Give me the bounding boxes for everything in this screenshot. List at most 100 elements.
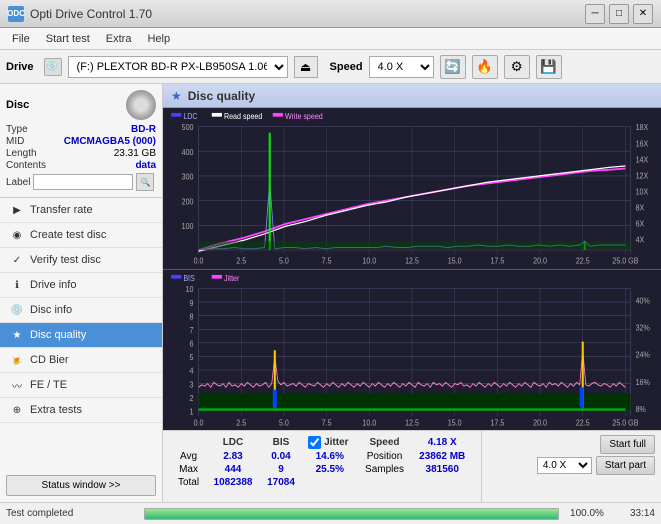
avg-bis: 0.04	[260, 450, 302, 463]
speed-stat-value: 4.18 X	[428, 437, 457, 448]
status-window-button[interactable]: Status window >>	[6, 475, 156, 496]
sidebar-item-fe-te[interactable]: 〰 FE / TE	[0, 373, 162, 398]
start-part-button[interactable]: Start part	[596, 456, 655, 475]
svg-text:7.5: 7.5	[322, 417, 332, 427]
chart2-svg: BIS Jitter	[163, 270, 661, 431]
settings-button[interactable]: ⚙	[504, 55, 530, 79]
sidebar-item-extra-tests[interactable]: ⊕ Extra tests	[0, 398, 162, 423]
svg-text:2: 2	[190, 393, 194, 403]
sidebar-item-disc-quality[interactable]: ★ Disc quality	[0, 323, 162, 348]
sidebar-item-verify-test-disc[interactable]: ✓ Verify test disc	[0, 248, 162, 273]
sidebar-item-disc-info[interactable]: 💿 Disc info	[0, 298, 162, 323]
disc-type-label: Type	[6, 124, 28, 135]
main-layout: Disc Type BD-R MID CMCMAGBA5 (000) Lengt…	[0, 84, 661, 502]
panel-title: Disc quality	[188, 89, 255, 103]
sidebar-item-create-test-disc[interactable]: ◉ Create test disc	[0, 223, 162, 248]
svg-text:10.0: 10.0	[362, 256, 376, 266]
status-text: Test completed	[6, 508, 136, 519]
sidebar-item-cd-bier-label: CD Bier	[30, 354, 69, 366]
stats-col-speed-value: 4.18 X	[411, 435, 473, 450]
menu-extra[interactable]: Extra	[98, 31, 140, 47]
progress-bar-fill	[145, 509, 558, 519]
charts-area: LDC Read speed Write speed	[163, 108, 661, 430]
status-bar: Test completed 100.0% 33:14	[0, 502, 661, 524]
sidebar-item-cd-bier[interactable]: 🍺 CD Bier	[0, 348, 162, 373]
disc-label-input[interactable]	[33, 174, 133, 190]
svg-text:12.5: 12.5	[405, 256, 419, 266]
sidebar-item-transfer-rate[interactable]: ▶ Transfer rate	[0, 198, 162, 223]
stats-table-area: LDC BIS Jitter Speed	[163, 431, 481, 502]
svg-text:12X: 12X	[636, 171, 649, 181]
disc-contents-label: Contents	[6, 160, 46, 171]
samples-label: Samples	[358, 463, 412, 476]
disc-graphic	[126, 90, 156, 120]
menu-file[interactable]: File	[4, 31, 38, 47]
speed-combo-select[interactable]: 4.0 X	[537, 457, 592, 474]
sidebar-item-drive-info[interactable]: ℹ Drive info	[0, 273, 162, 298]
stats-bar: LDC BIS Jitter Speed	[163, 430, 661, 502]
disc-contents-row: Contents data	[6, 160, 156, 171]
sidebar-item-create-test-disc-label: Create test disc	[30, 229, 106, 241]
sidebar-item-extra-tests-label: Extra tests	[30, 404, 82, 416]
disc-label-button[interactable]: 🔍	[136, 173, 154, 191]
svg-text:18X: 18X	[636, 123, 649, 133]
svg-text:400: 400	[182, 147, 194, 157]
speed-select[interactable]: 4.0 X	[369, 56, 434, 78]
drive-select[interactable]: (F:) PLEXTOR BD-R PX-LB950SA 1.06	[68, 56, 288, 78]
nav-items: ▶ Transfer rate ◉ Create test disc ✓ Ver…	[0, 198, 162, 469]
title-bar-left: ODC Opti Drive Control 1.70	[8, 6, 152, 22]
maximize-button[interactable]: □	[609, 4, 629, 24]
minimize-button[interactable]: ─	[585, 4, 605, 24]
svg-text:3: 3	[190, 379, 194, 389]
app-icon: ODC	[8, 6, 24, 22]
stats-table: LDC BIS Jitter Speed	[171, 435, 473, 489]
svg-text:500: 500	[182, 123, 194, 133]
menu-start-test[interactable]: Start test	[38, 31, 98, 47]
svg-text:22.5: 22.5	[576, 256, 590, 266]
svg-text:7.5: 7.5	[322, 256, 332, 266]
drive-icon: 💿	[44, 58, 62, 76]
disc-type-value: BD-R	[131, 124, 156, 135]
stats-col-jitter-check: Jitter	[302, 435, 358, 450]
disc-mid-value: CMCMAGBA5 (000)	[64, 136, 156, 147]
jitter-checkbox[interactable]	[308, 436, 321, 449]
svg-text:15.0: 15.0	[448, 417, 462, 427]
chart1-container: LDC Read speed Write speed	[163, 108, 661, 270]
max-bis: 9	[260, 463, 302, 476]
content-area: ★ Disc quality LDC Read speed Write spee…	[163, 84, 661, 502]
svg-text:25.0 GB: 25.0 GB	[612, 417, 638, 427]
sidebar: Disc Type BD-R MID CMCMAGBA5 (000) Lengt…	[0, 84, 163, 502]
refresh-button[interactable]: 🔄	[440, 55, 466, 79]
svg-text:2.5: 2.5	[236, 417, 246, 427]
svg-text:0.0: 0.0	[194, 256, 204, 266]
svg-text:12.5: 12.5	[405, 417, 419, 427]
svg-text:20.0: 20.0	[533, 417, 547, 427]
save-button[interactable]: 💾	[536, 55, 562, 79]
avg-ldc: 2.83	[206, 450, 260, 463]
create-test-disc-icon: ◉	[10, 228, 24, 242]
sidebar-item-drive-info-label: Drive info	[30, 279, 76, 291]
svg-text:15.0: 15.0	[448, 256, 462, 266]
start-full-button[interactable]: Start full	[600, 435, 655, 454]
drive-info-icon: ℹ	[10, 278, 24, 292]
svg-text:9: 9	[190, 298, 194, 308]
svg-text:20.0: 20.0	[533, 256, 547, 266]
stats-col-empty	[171, 435, 206, 450]
close-button[interactable]: ✕	[633, 4, 653, 24]
svg-text:25.0 GB: 25.0 GB	[612, 256, 638, 266]
menu-help[interactable]: Help	[139, 31, 178, 47]
verify-test-disc-icon: ✓	[10, 253, 24, 267]
chart2-container: BIS Jitter	[163, 270, 661, 431]
svg-text:6X: 6X	[636, 219, 645, 229]
extra-tests-icon: ⊕	[10, 403, 24, 417]
eject-button[interactable]: ⏏	[294, 56, 318, 78]
stats-total-row: Total 1082388 17084	[171, 476, 473, 489]
svg-text:6: 6	[190, 338, 194, 348]
stats-avg-row: Avg 2.83 0.04 14.6% Position 23862 MB	[171, 450, 473, 463]
svg-text:14X: 14X	[636, 155, 649, 165]
position-value: 23862 MB	[411, 450, 473, 463]
panel-header: ★ Disc quality	[163, 84, 661, 108]
sidebar-item-verify-test-disc-label: Verify test disc	[30, 254, 101, 266]
svg-text:17.5: 17.5	[490, 417, 504, 427]
burn-button[interactable]: 🔥	[472, 55, 498, 79]
